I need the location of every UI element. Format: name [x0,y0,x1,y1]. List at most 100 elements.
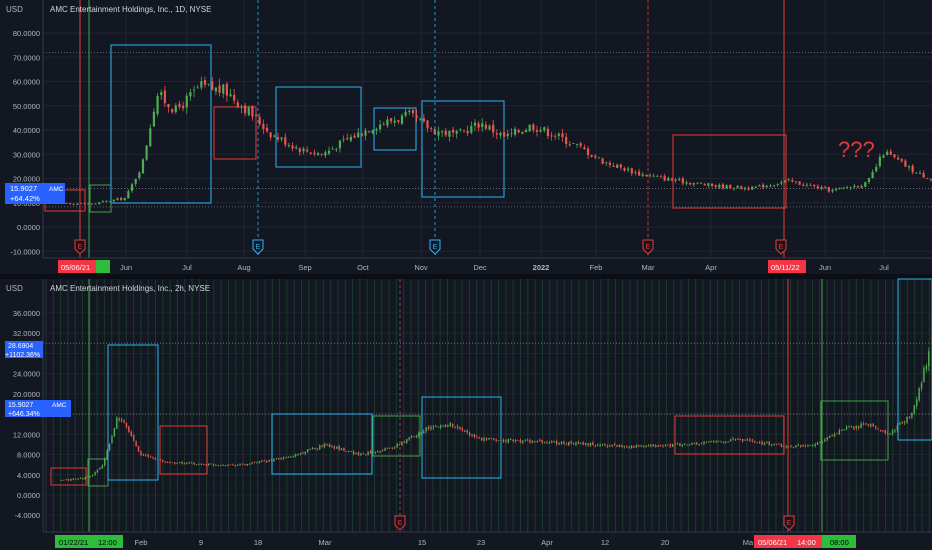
bottom-candle-body [328,444,331,447]
bottom-candle-body [91,475,94,477]
top-candle-body [174,105,177,113]
bottom-price-tag-high-change: +1102.36% [5,352,40,359]
question-annotation: ??? [838,137,875,162]
bottom-candle-body [717,441,720,442]
bottom-candle-body [169,462,171,463]
bottom-candle-body [681,444,684,446]
bottom-price-tag-high-price: 28.6904 [8,343,33,350]
top-candle-body [269,132,272,138]
bottom-date-tag-mid-date: 05/06/21 [758,538,787,547]
bottom-date-tag-start-time: 12:00 [98,538,117,547]
bottom-candle-body [526,440,529,441]
bottom-candle-body [669,444,671,447]
top-candle-body [590,154,593,157]
top-candle-body [535,129,539,132]
top-date-tag-green-stub [96,260,110,273]
top-y-tick-label: 70.0000 [13,53,40,62]
bottom-x-tick-label: 12 [601,538,609,547]
bottom-candle-body [693,442,696,444]
top-candle-body [360,133,363,136]
bottom-x-tick-label: 23 [477,538,485,547]
top-candle-body [313,152,316,154]
bottom-candle-body [476,436,478,438]
bottom-candle-body [517,439,519,441]
top-candle-body [331,148,334,150]
bottom-candle-body [783,446,785,448]
top-candle-body [736,185,739,188]
top-candle-body [652,175,655,177]
bottom-candle-body [154,458,157,460]
top-candle-body [353,135,356,138]
bottom-candle-body [222,464,224,466]
top-candle-body [236,102,239,107]
bottom-candle-body [282,457,285,459]
top-chart-title: AMC Entertainment Holdings, Inc., 1D, NY… [50,5,211,14]
bottom-candle-body [625,446,628,448]
bottom-candle-body [94,472,96,476]
bottom-candle-body [572,443,575,445]
bottom-candle-body [906,416,908,423]
top-candle-body [623,168,626,171]
bottom-candle-body [758,441,761,443]
top-candle-body [185,95,188,108]
bottom-candle-body [546,441,548,443]
top-candle-body [641,174,644,176]
bottom-candle-body [594,445,597,446]
bottom-candle-body [437,426,439,428]
bottom-candle-body [635,445,638,448]
top-candle-body [554,136,557,137]
bottom-candle-body [703,441,705,444]
top-candle-body [751,186,754,190]
bottom-candle-body [285,457,287,459]
bottom-candle-body [903,422,906,424]
bottom-candle-body [770,444,773,446]
bottom-candle-body [304,451,307,454]
bottom-candle-body [628,447,630,448]
top-candle-body [196,87,199,89]
bottom-candle-body [292,456,294,458]
top-candle-body [820,187,823,189]
top-candle-body [794,181,798,183]
top-candle-body [601,158,604,164]
top-candle-body [532,124,535,131]
top-candle-body [302,148,305,152]
bottom-candle-body [841,429,843,431]
bottom-candle-body [843,429,845,431]
bottom-candle-body [258,461,261,463]
bottom-candle-body [756,442,758,443]
bottom-candle-body [700,443,703,445]
bottom-candle-body [87,476,89,478]
bottom-candle-body [705,441,708,443]
bottom-candle-body [302,452,304,454]
top-y-tick-label: 40.0000 [13,126,40,135]
top-candle-body [105,200,108,202]
bottom-currency-label: USD [6,284,23,293]
top-candle-body [229,94,232,97]
bottom-candle-body [488,438,490,440]
bottom-price-tag-current: 15.9027 AMC +646.34% [5,400,71,418]
bottom-candle-body [345,450,348,452]
top-candle-body [725,185,728,189]
top-candle-body [616,164,619,168]
bottom-candle-body [103,458,106,466]
top-candle-body [342,139,345,140]
bottom-candle-body [824,439,826,442]
bottom-candle-body [857,426,860,429]
bottom-y-tick-label: 4.0000 [17,471,40,480]
bottom-candle-body [464,430,466,432]
bottom-candle-body [657,445,659,447]
bottom-candle-body [128,426,130,432]
bottom-candle-body [364,454,367,456]
bottom-candle-body [891,430,894,434]
bottom-candle-body [369,451,372,454]
bottom-candle-body [461,428,464,431]
bottom-candle-body [280,458,282,460]
top-candle-body [273,135,276,137]
top-candle-body [557,133,560,136]
bottom-candle-body [166,462,169,464]
top-candle-body [586,148,590,156]
bottom-earnings-marker-label: E [398,520,403,527]
top-earnings-marker-label: E [78,244,83,251]
bottom-candle-body [812,445,814,447]
bottom-x-tick-label: Apr [541,538,553,547]
